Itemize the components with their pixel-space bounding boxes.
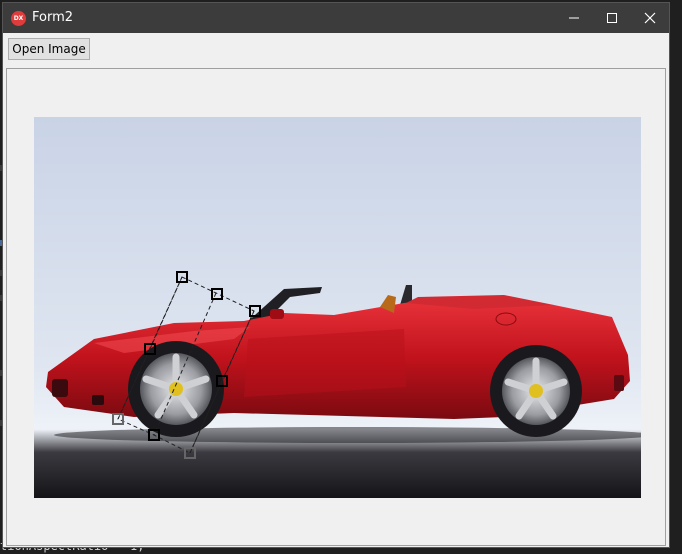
minimize-icon bbox=[569, 17, 579, 19]
maximize-button[interactable] bbox=[593, 3, 631, 33]
car-photo bbox=[34, 117, 641, 498]
window-title: Form2 bbox=[32, 10, 74, 25]
form-window: DX Form2 Open Image bbox=[2, 2, 670, 548]
open-image-button[interactable]: Open Image bbox=[8, 38, 90, 60]
dx-icon: DX bbox=[11, 11, 26, 26]
minimize-button[interactable] bbox=[555, 3, 593, 33]
close-icon bbox=[644, 12, 656, 24]
close-button[interactable] bbox=[631, 3, 669, 33]
maximize-icon bbox=[607, 13, 617, 23]
image-panel[interactable] bbox=[6, 68, 666, 546]
title-bar[interactable]: DX Form2 bbox=[3, 3, 669, 33]
